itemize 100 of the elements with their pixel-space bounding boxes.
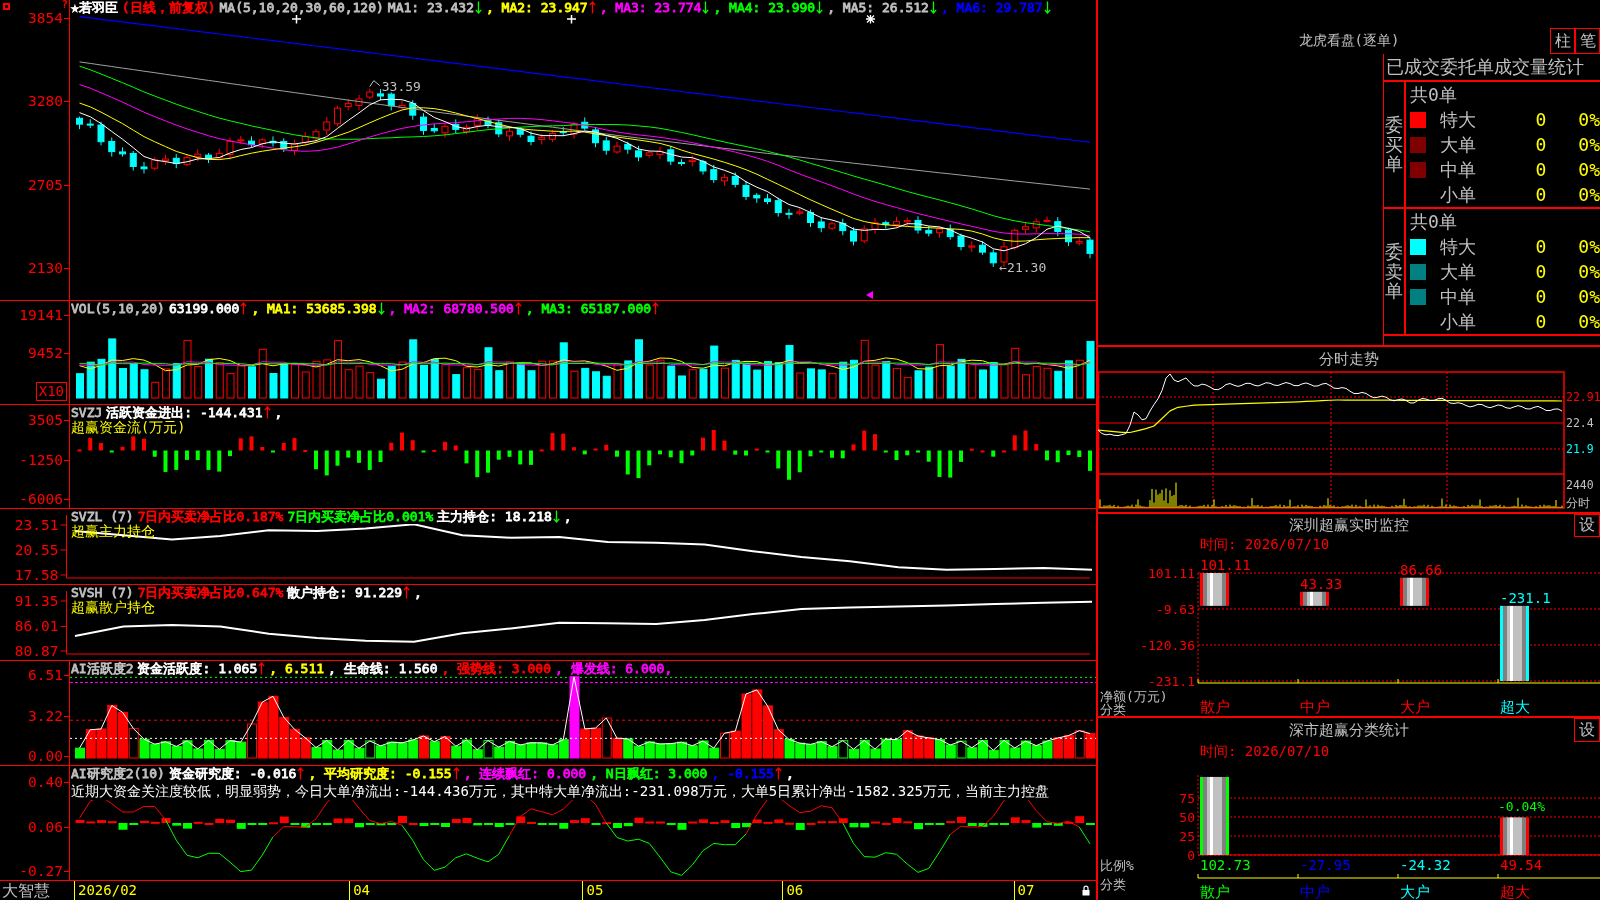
legend-text: 7日内买卖净占比0.187% — [137, 509, 284, 524]
mode-button[interactable]: 柱 — [1550, 28, 1575, 54]
axis-label: 50 — [1179, 810, 1195, 825]
chart-bar — [1300, 591, 1329, 606]
category-label: 散户 — [1200, 698, 1230, 716]
lock-icon — [1082, 885, 1090, 896]
order-percent: 0% — [1577, 260, 1600, 284]
order-percent: 0% — [1577, 158, 1600, 182]
legend-text: , MA2: 23.947 — [485, 0, 588, 15]
square-icon — [3, 3, 10, 10]
legend-text: , -0.155 — [711, 766, 775, 781]
axis-label: 80.87 — [14, 643, 59, 659]
category-label: 大户 — [1400, 883, 1430, 900]
order-count: 0 — [1534, 310, 1548, 334]
chart-bar — [1500, 817, 1529, 855]
legend-text: 资金研究度: -0.016 — [168, 766, 297, 781]
order-count: 0 — [1534, 285, 1548, 309]
axis-title: 分类 — [1100, 877, 1126, 892]
axis-label: 9452 — [28, 344, 63, 362]
axis-label: 6.51 — [28, 667, 63, 684]
value-label: -231.1 — [1500, 589, 1551, 606]
legend-text: 散户持仓: 91.229 — [287, 585, 403, 600]
value-label: 86.66 — [1400, 561, 1443, 578]
axis-label: -6006 — [19, 491, 63, 508]
value-label: 101.11 — [1200, 557, 1251, 573]
category-label: 超大 — [1500, 698, 1530, 716]
order-percent: 0% — [1577, 133, 1600, 157]
legend-text: MA(5,10,20,30,60,120) — [219, 0, 384, 15]
category-label: 中户 — [1300, 883, 1330, 900]
order-type: 小单 — [1439, 183, 1477, 207]
order-type: 特大 — [1439, 108, 1477, 132]
comment-text: 近期大资金关注度较低，明显弱势，今日大单净流出:-144.436万元，其中特大单净流出:-231.098万元，大单5日累计净出-1582.325万元，当前主力控盘 — [71, 783, 1049, 800]
category-label: 中户 — [1300, 698, 1330, 716]
panel-title: 深圳超赢实时监控 — [1289, 516, 1409, 535]
legend-text: AI研究度2(10) — [71, 766, 165, 781]
settings-button[interactable]: 设 — [1574, 514, 1600, 537]
axis-title: 分时 — [1566, 496, 1590, 510]
legend-text: , MA5: 26.512 — [827, 0, 929, 15]
cross-icon — [566, 13, 577, 25]
axis-label: 0.06 — [28, 818, 63, 836]
axis-label: -0.27 — [19, 863, 63, 880]
legend-text: , 6.511 — [269, 661, 325, 676]
order-type: 特大 — [1439, 235, 1477, 259]
settings-button[interactable]: 设 — [1574, 718, 1600, 742]
time-label: 时间: 2026/07/10 — [1199, 535, 1331, 554]
legend-text: 主力持仓: 18.218 — [437, 509, 552, 524]
axis-label: 22.4 — [1566, 416, 1594, 430]
axis-title: 比例% — [1100, 858, 1134, 873]
order-type: 大单 — [1439, 260, 1477, 284]
legend-text: 63199.000 — [168, 301, 240, 316]
legend-text: , MA3: 65187.000 — [525, 301, 652, 316]
axis-label: 3505 — [28, 412, 63, 429]
axis-label: -1250 — [19, 451, 63, 469]
legend-text: , 平均研究度: -0.155 — [308, 766, 452, 781]
category-label: 大户 — [1400, 698, 1430, 716]
legend-text: , MA3: 23.774 — [599, 0, 702, 15]
total-count: 共0单 — [1409, 210, 1458, 234]
annotation-label: -0.04% — [1498, 799, 1545, 815]
order-count: 0 — [1534, 133, 1548, 157]
date-label: 2026/02 — [74, 881, 137, 900]
axis-label: 3280 — [28, 93, 63, 111]
order-percent: 0% — [1577, 235, 1600, 259]
price-label: ←21.30 — [999, 259, 1047, 275]
axis-label: 20.55 — [14, 541, 59, 558]
axis-label: 0.00 — [28, 748, 63, 765]
axis-label: 3854 — [28, 10, 63, 27]
axis-label: 3.22 — [28, 707, 63, 725]
legend-text: , N日飘红: 3.000 — [590, 766, 708, 781]
legend-text: , MA2: 68780.500 — [388, 301, 514, 316]
axis-label: 101.11 — [1148, 566, 1195, 581]
axis-label: -9.63 — [1155, 602, 1195, 617]
panel-title: 深市超赢分类统计 — [1289, 720, 1409, 740]
cross-icon — [291, 13, 302, 25]
value-label: 102.73 — [1200, 857, 1251, 873]
axis-label: 0 — [1187, 848, 1195, 863]
chart-bar — [1400, 577, 1429, 606]
axis-title: 净额(万元) — [1100, 689, 1168, 704]
table-title: 已成交委托单成交量统计 — [1384, 54, 1600, 82]
group-label: 委卖单 — [1385, 241, 1403, 302]
mode-button[interactable]: 笔 — [1575, 28, 1600, 54]
axis-label: 17.58 — [14, 566, 59, 583]
order-count: 0 — [1534, 260, 1548, 284]
legend-text: , 爆发线: 6.000, — [555, 661, 673, 676]
category-label: 散户 — [1200, 883, 1230, 900]
value-label: -24.32 — [1400, 857, 1451, 873]
legend-text: SVZL (7) — [71, 509, 134, 524]
axis-label: 19141 — [19, 307, 63, 324]
order-count: 0 — [1534, 158, 1548, 182]
axis-label: 86.01 — [14, 618, 59, 635]
legend-text: , MA1: 53685.398 — [251, 301, 377, 316]
scale-factor: X10 — [35, 382, 67, 401]
order-percent: 0% — [1577, 285, 1600, 309]
legend-text: , 生命线: 1.560 — [328, 661, 438, 676]
axis-title: 分类 — [1100, 702, 1126, 716]
axis-label: 22.91 — [1566, 390, 1600, 404]
group-label: 委买单 — [1385, 114, 1403, 175]
time-label: 时间: 2026/07/10 — [1199, 742, 1331, 760]
axis-label: 2705 — [28, 176, 63, 194]
order-count: 0 — [1534, 108, 1548, 132]
value-label: 43.33 — [1300, 575, 1343, 592]
